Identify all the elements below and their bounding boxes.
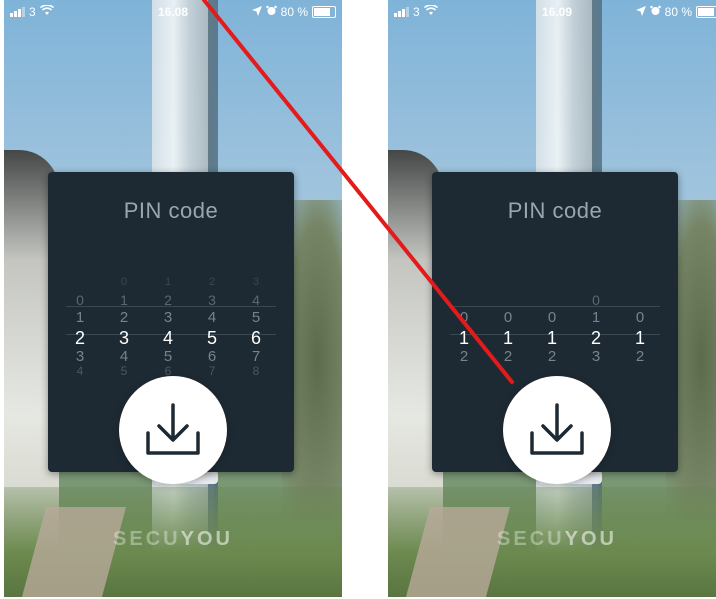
pin-digit: 4	[76, 364, 84, 378]
pin-digit: 3	[75, 348, 85, 365]
pin-digit-selected: 1	[546, 328, 557, 348]
pin-digit: 3	[591, 348, 601, 365]
pin-digit: 7	[251, 348, 261, 365]
battery-icon	[312, 6, 336, 18]
pin-digit: 4	[207, 309, 217, 326]
pin-digit: 2	[547, 348, 557, 365]
download-icon	[530, 403, 584, 455]
pin-digit-selected: 1	[502, 328, 513, 348]
pin-digit-column-4[interactable]: 2 34 567	[198, 242, 226, 378]
pin-digit-column-5[interactable]: 3 45 678	[242, 242, 270, 378]
pin-digit-column-4[interactable]: 01 23	[582, 242, 610, 365]
battery-icon	[696, 6, 716, 18]
pin-digit: 0	[120, 276, 128, 288]
battery-percent: 80 %	[280, 5, 308, 19]
pin-digit-selected: 2	[74, 328, 85, 348]
pin-digit: 5	[120, 364, 128, 378]
pin-digit: 0	[547, 309, 557, 326]
phone-screen-left: 3 16.08 80 % PIN code 012340123451234562…	[4, 0, 342, 597]
pin-digit: 0	[635, 309, 645, 326]
pin-digit: 1	[591, 309, 601, 326]
battery-fill	[314, 8, 330, 16]
pin-digit-column-1[interactable]: 01 234	[66, 242, 94, 378]
battery-percent: 80 %	[664, 5, 692, 19]
pin-digit: 2	[164, 292, 172, 308]
pin-digit-column-2[interactable]: 0 12	[494, 242, 522, 365]
pin-digit: 7	[208, 364, 216, 378]
pin-digit: 3	[208, 292, 216, 308]
pin-digit: 2	[459, 348, 469, 365]
pin-digit: 1	[164, 276, 172, 288]
phone-screen-right: 3 16.09 80 % PIN code 0120120120123012 S…	[388, 0, 716, 597]
pin-digit: 3	[163, 309, 173, 326]
pin-code-title: PIN code	[123, 198, 219, 223]
alarm-icon	[265, 5, 277, 19]
pin-digit: 5	[251, 309, 261, 326]
pin-digit-selected: 4	[162, 328, 173, 348]
pin-digit-selected: 5	[206, 328, 217, 348]
pin-digit: 1	[75, 309, 85, 326]
download-button[interactable]	[119, 376, 227, 484]
pin-digit: 0	[459, 309, 469, 326]
pin-digit: 4	[119, 348, 129, 365]
pin-digit-selected: 6	[250, 328, 261, 348]
pin-digit-selected: 1	[634, 328, 645, 348]
pin-digit: 2	[503, 348, 513, 365]
battery-fill	[698, 8, 714, 16]
location-arrow-icon	[251, 5, 262, 19]
brand-logo: SECUYOU	[497, 528, 617, 550]
pin-digit: 1	[120, 292, 128, 308]
pin-digit-selected: 2	[590, 328, 601, 348]
pin-digit: 5	[163, 348, 173, 365]
location-arrow-icon	[635, 5, 646, 19]
download-button[interactable]	[503, 376, 611, 484]
pin-digit-selected: 1	[458, 328, 469, 348]
pin-digit-column-2[interactable]: 0 12 345	[110, 242, 138, 378]
pin-digit: 0	[592, 292, 600, 308]
pin-digit-column-3[interactable]: 0 12	[538, 242, 566, 365]
pin-digit: 2	[119, 309, 129, 326]
pin-digit-column-1[interactable]: 0 12	[450, 242, 478, 365]
pin-digit-column-3[interactable]: 123456	[154, 242, 182, 378]
pin-digit: 3	[252, 276, 260, 288]
pin-digit: 2	[635, 348, 645, 365]
brand-logo: SECUYOU	[113, 528, 233, 550]
pin-digit: 8	[252, 364, 260, 378]
pin-digit-selected: 3	[118, 328, 129, 348]
pin-digit-column-5[interactable]: 0 12	[626, 242, 654, 365]
pin-digit: 0	[503, 309, 513, 326]
pin-digit: 4	[252, 292, 260, 308]
pin-digit: 2	[208, 276, 216, 288]
download-icon	[146, 403, 200, 455]
pin-digit: 6	[207, 348, 217, 365]
alarm-icon	[649, 5, 661, 19]
pin-wheel-picker[interactable]: 01234012345123456234567345678	[66, 242, 276, 378]
status-bar: 3 16.09 80 %	[388, 0, 716, 24]
pin-digit: 0	[76, 292, 84, 308]
pin-wheel-picker[interactable]: 0120120120123012	[450, 242, 660, 365]
status-bar: 3 16.08 80 %	[4, 0, 342, 24]
pin-code-title: PIN code	[507, 198, 603, 223]
